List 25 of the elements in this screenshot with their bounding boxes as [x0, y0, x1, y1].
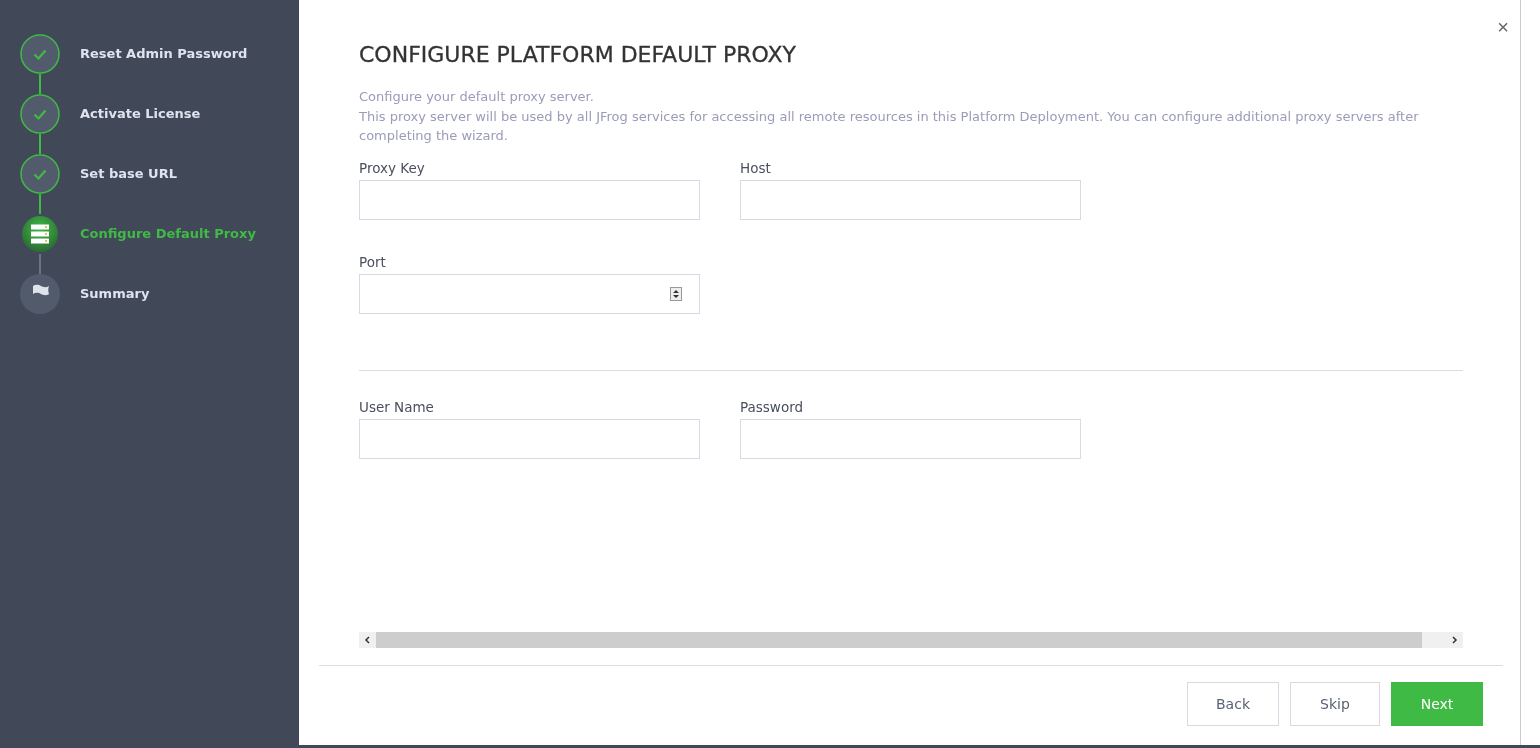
- step-label[interactable]: Summary: [80, 274, 150, 314]
- step-label[interactable]: Reset Admin Password: [80, 34, 248, 74]
- description-text: Configure your default proxy server.: [359, 88, 595, 106]
- input-field[interactable]: [359, 418, 700, 459]
- spinner-icon[interactable]: [670, 286, 682, 301]
- server-stack-icon: [20, 214, 60, 254]
- field-label: Host: [740, 159, 772, 176]
- wizard-button[interactable]: Skip: [1290, 682, 1380, 726]
- field-label: Port: [359, 253, 387, 270]
- field-label: Proxy Key: [359, 159, 426, 176]
- field-label: User Name: [359, 398, 435, 415]
- flag-icon: [20, 274, 60, 314]
- description-text: This proxy server will be used by all JFrog services for accessing all remote resources in this Platform Deployment. You can configure additional proxy servers after completing the wizard.: [359, 107, 1420, 145]
- input-field[interactable]: [359, 179, 700, 220]
- wizard-button[interactable]: Back: [1187, 682, 1279, 726]
- step-label[interactable]: Set base URL: [80, 154, 177, 194]
- step-label[interactable]: Activate License: [80, 94, 201, 134]
- page-title: CONFIGURE PLATFORM DEFAULT PROXY: [359, 42, 797, 67]
- field-label: Password: [740, 398, 805, 415]
- horizontal-scrollbar[interactable]: [359, 632, 1463, 648]
- port-field[interactable]: [359, 273, 700, 314]
- input-field[interactable]: [740, 179, 1081, 220]
- step-label[interactable]: Configure Default Proxy: [80, 214, 256, 254]
- close-button[interactable]: ×: [1493, 12, 1513, 42]
- input-field[interactable]: [740, 418, 1081, 459]
